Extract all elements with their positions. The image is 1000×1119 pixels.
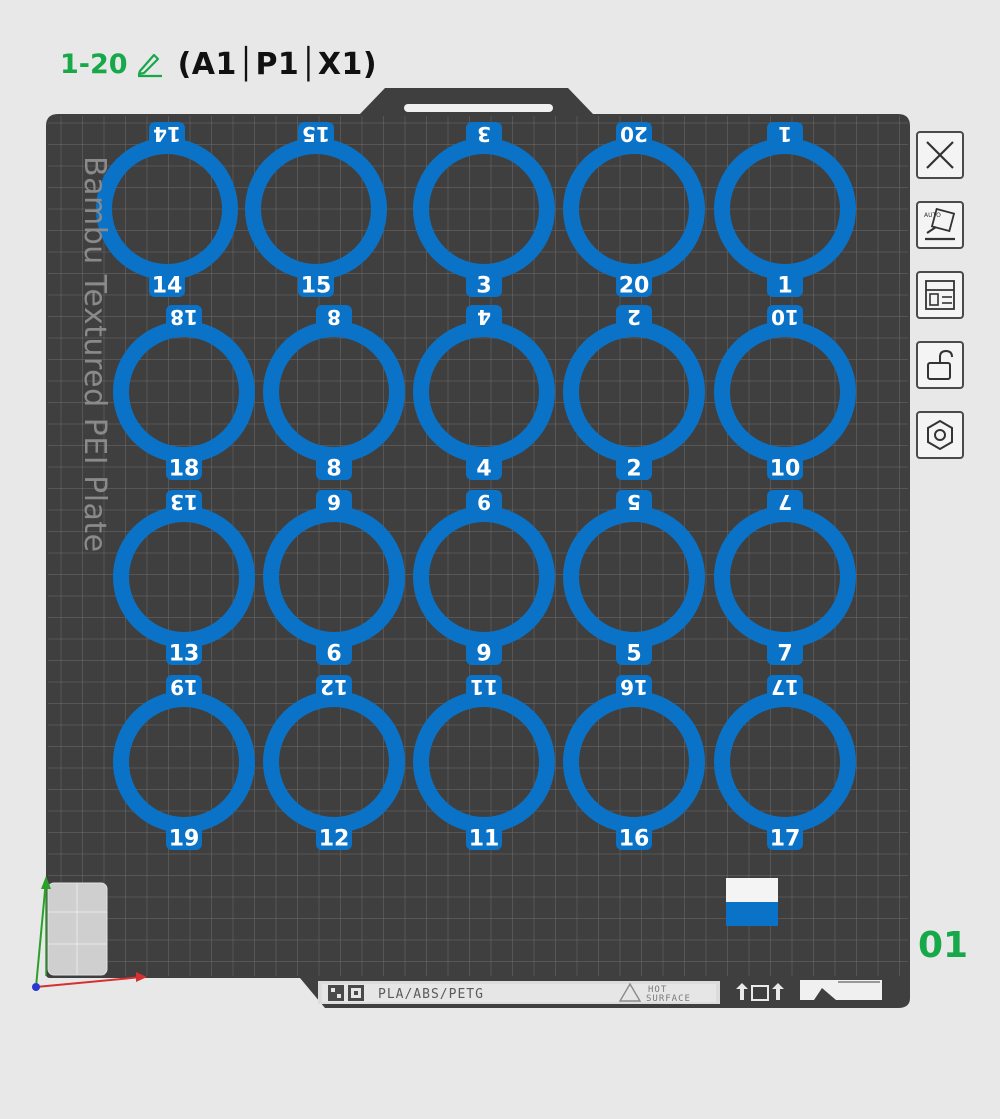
object-label-top: 5 [627,490,641,514]
plate-toolbar: AUTO [916,131,968,481]
object-label-bottom: 17 [770,827,801,852]
object-label-bottom: 3 [476,274,491,299]
object-label-top: 8 [327,305,341,329]
object-label-top: 1 [778,122,792,146]
lock-button[interactable] [916,341,964,389]
object-label-top: 18 [170,305,198,329]
filament-swatch [726,878,778,926]
object-label-top: 6 [327,490,341,514]
hot-surface-line2: SURFACE [646,994,691,1004]
object-label-bottom: 7 [777,642,792,667]
object-label-top: 2 [627,305,641,329]
object-label-bottom: 4 [476,457,491,482]
unlock-icon [927,349,953,380]
object-label-top: 3 [477,122,491,146]
plate-header: 1-20 (A1│P1│X1) [60,44,377,84]
object-label-top: 17 [771,675,799,699]
object-label-bottom: 2 [626,457,641,482]
object-label-bottom: 9 [476,642,491,667]
object-label-bottom: 12 [319,827,350,852]
object-label-top: 9 [477,490,491,514]
object-label-bottom: 1 [777,274,792,299]
close-icon [926,141,954,169]
auto-orient-icon: AUTO [924,207,956,241]
arrange-button[interactable] [916,271,964,319]
build-plate[interactable] [46,88,910,1008]
plate-number: 01 [918,925,969,966]
object-label-bottom: 15 [301,274,332,299]
object-label-bottom: 14 [152,274,183,299]
object-label-top: 14 [153,122,181,146]
object-label-top: 13 [170,490,198,514]
edit-pencil-icon[interactable] [134,49,164,79]
close-button[interactable] [916,131,964,179]
object-label-top: 15 [302,122,330,146]
object-label-top: 10 [771,305,799,329]
plate-material-label: PLA/ABS/PETG [378,987,484,1002]
build-plate-viewport[interactable]: 1414151533202011181888442210101313669955… [0,0,1000,1119]
object-label-top: 11 [470,675,498,699]
object-label-bottom: 18 [169,457,200,482]
auto-orient-button[interactable]: AUTO [916,201,964,249]
object-label-top: 12 [320,675,348,699]
object-label-bottom: 5 [626,642,641,667]
arrange-icon [925,280,955,310]
object-label-top: 4 [477,305,491,329]
object-label-bottom: 11 [469,827,500,852]
object-label-bottom: 10 [770,457,801,482]
plate-notch [800,980,882,1000]
object-label-bottom: 13 [169,642,200,667]
settings-hex-icon [927,419,953,451]
plate-name[interactable]: 1-20 [60,49,128,80]
object-label-bottom: 6 [326,642,341,667]
plate-tab-slot [404,104,553,112]
object-label-top: 20 [620,122,648,146]
object-label-top: 19 [170,675,198,699]
object-label-bottom: 20 [619,274,650,299]
svg-text:AUTO: AUTO [924,212,941,219]
plate-settings-button[interactable] [916,411,964,459]
object-label-top: 7 [778,490,792,514]
object-label-bottom: 16 [619,827,650,852]
object-label-top: 16 [620,675,648,699]
compatible-printers: (A1│P1│X1) [177,46,378,82]
object-label-bottom: 19 [169,827,200,852]
object-label-bottom: 8 [326,457,341,482]
